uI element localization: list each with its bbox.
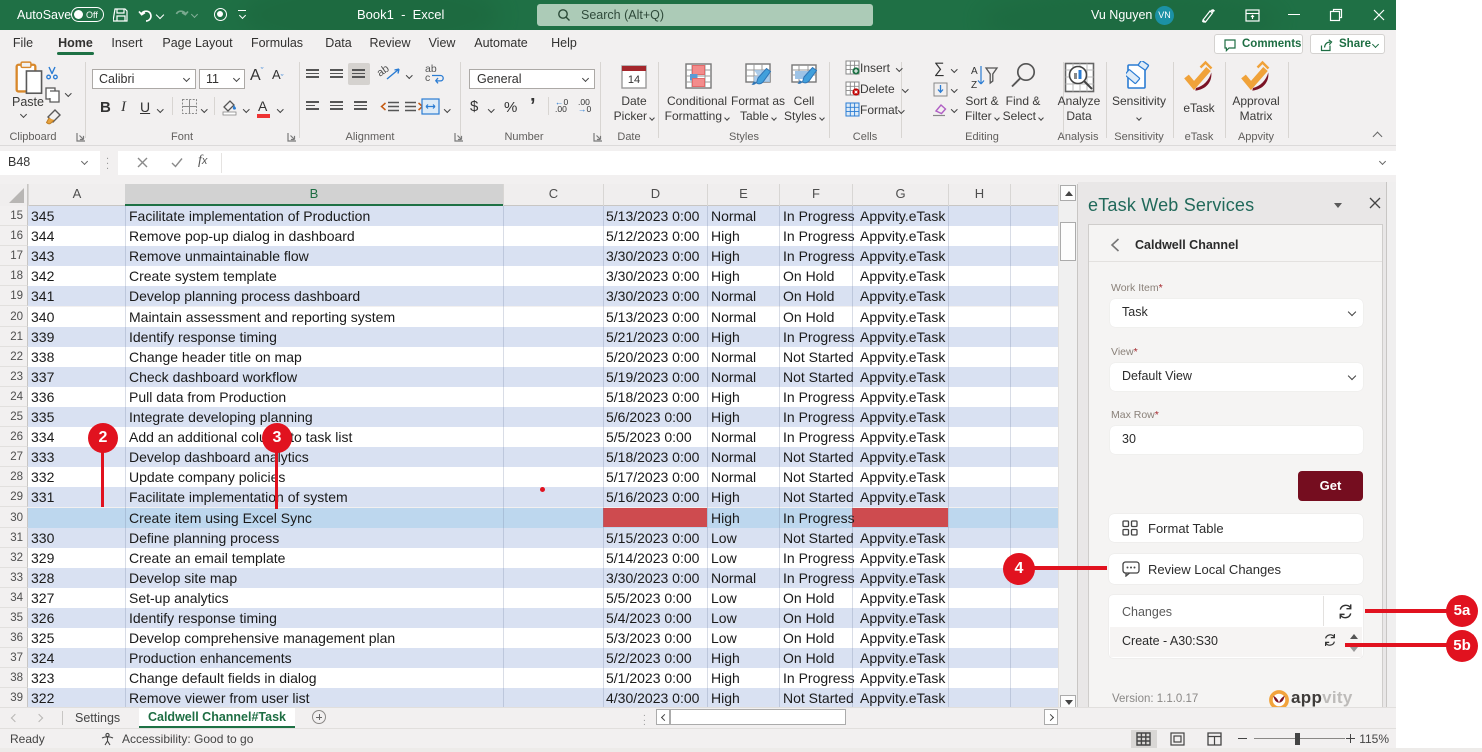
- svg-text:14: 14: [628, 74, 640, 86]
- svg-text:Z: Z: [971, 80, 977, 91]
- svg-text:A: A: [971, 66, 978, 77]
